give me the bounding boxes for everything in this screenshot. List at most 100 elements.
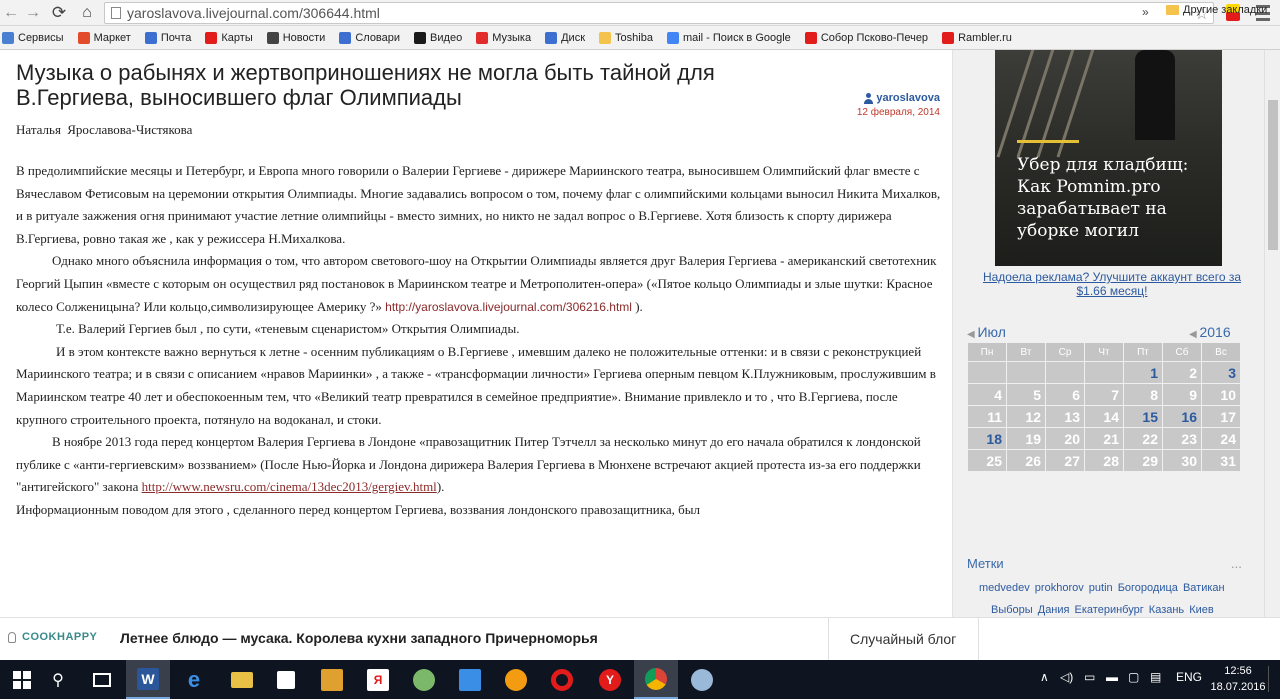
yandex-browser-app-icon[interactable]: Y (588, 660, 632, 699)
calendar-day[interactable]: 15 (1123, 405, 1163, 428)
calendar-week: 25 26 27 28 29 30 31 (967, 449, 1241, 472)
author-box: yaroslavova 12 февраля, 2014 (850, 92, 940, 118)
clock-date: 18.07.2016 (1210, 681, 1266, 693)
store-app-icon[interactable] (264, 660, 308, 699)
calendar-day: 26 (1006, 449, 1046, 472)
calendar-day[interactable]: 1 (1123, 361, 1163, 384)
ad-banner[interactable]: Убер для кладбищ: Как Pomnim.pro зарабат… (995, 50, 1222, 266)
bookmark-item[interactable]: Rambler.ru (942, 31, 1012, 44)
address-bar[interactable]: yaroslavova.livejournal.com/306644.html … (104, 2, 1214, 24)
bookmark-item[interactable]: Собор Псково-Печер (804, 31, 928, 44)
bookmark-item[interactable]: Сервисы (2, 31, 64, 44)
banner-site[interactable]: COOKHAPPY (8, 631, 97, 643)
weekday-header: Вт (1006, 342, 1046, 362)
forward-button[interactable]: → (22, 2, 44, 24)
word-icon: W (137, 667, 159, 690)
calendar-day: 10 (1201, 383, 1241, 406)
scroll-thumb[interactable] (1268, 100, 1278, 250)
app-icon[interactable] (494, 660, 538, 699)
ad-upgrade-link[interactable]: Надоела реклама? Улучшите аккаунт всего … (967, 270, 1257, 298)
calendar-day[interactable]: 3 (1201, 361, 1241, 384)
video-icon (414, 31, 427, 44)
paragraph-text: ). (436, 479, 445, 495)
calendar-day: 7 (1084, 383, 1124, 406)
explorer-app-icon[interactable] (220, 660, 264, 699)
back-button[interactable]: ← (0, 2, 22, 24)
random-blog-button[interactable]: Случайный блог (850, 631, 956, 647)
paragraph: Однако много объяснила информация о том,… (16, 250, 941, 318)
bookmark-item[interactable]: Диск (545, 31, 585, 44)
app-icon[interactable] (680, 660, 724, 699)
bookmark-item[interactable]: Музыка (476, 31, 531, 44)
link-newsru[interactable]: http://www.newsru.com/cinema/13dec2013/g… (142, 479, 437, 494)
calendar-day: 8 (1123, 383, 1163, 406)
show-desktop-button[interactable] (1268, 666, 1278, 692)
weekday-header: Пн (967, 342, 1007, 362)
google-icon (666, 31, 679, 44)
word-app-icon[interactable]: W (126, 660, 170, 699)
bookmarks-more-button[interactable]: » (1142, 5, 1149, 19)
calendar-month[interactable]: ◀ Июл (967, 324, 1006, 340)
opera-app-icon[interactable] (540, 660, 584, 699)
yandex-app-icon[interactable]: Я (356, 660, 400, 699)
other-bookmarks-button[interactable]: Другие закладки (1166, 4, 1267, 16)
volume-icon[interactable]: ◁) (1060, 670, 1073, 684)
reload-button[interactable]: ⟳ (48, 2, 70, 24)
search-icon[interactable]: ⚲ (36, 660, 80, 699)
calendar-day[interactable]: 16 (1162, 405, 1202, 428)
network-icon[interactable]: ▭ (1084, 670, 1095, 684)
display-icon[interactable]: ▢ (1128, 670, 1139, 684)
language-indicator[interactable]: ENG (1176, 670, 1202, 684)
link-306216[interactable]: http://yaroslavova.livejournal.com/30621… (385, 300, 632, 314)
calendar-empty-cell (1045, 361, 1085, 384)
task-view-icon[interactable] (80, 660, 124, 699)
tags-list[interactable]: medvedev prokhorov putin Богородица Вати… (979, 582, 1225, 594)
app-round-icon (691, 668, 713, 691)
calendar-day[interactable]: 18 (967, 427, 1007, 450)
chrome-icon (645, 667, 667, 690)
bookmark-item[interactable]: mail - Поиск в Google (666, 31, 791, 44)
bookmark-item[interactable]: Новости (266, 31, 326, 44)
calendar-day: 19 (1006, 427, 1046, 450)
clock[interactable]: 12:56 18.07.2016 (1210, 663, 1266, 695)
bookmark-label: Toshiba (615, 31, 653, 44)
mail-app-icon[interactable] (448, 660, 492, 699)
bookmark-label: Rambler.ru (958, 31, 1012, 44)
post-date: 12 февраля, 2014 (856, 107, 940, 118)
bookmark-label: Новости (282, 31, 326, 44)
ad-text: Убер для кладбищ: Как Pomnim.pro зарабат… (1017, 155, 1189, 241)
bookmark-item[interactable]: Почта (144, 31, 191, 44)
calendar-day: 22 (1123, 427, 1163, 450)
bookmark-item[interactable]: Toshiba (599, 31, 653, 44)
bookmark-item[interactable]: Словари (339, 31, 400, 44)
prev-year-icon[interactable]: ◀ (1189, 329, 1199, 340)
app-icon[interactable] (402, 660, 446, 699)
calendar-year[interactable]: ◀ 2016 (1189, 324, 1231, 340)
paragraph: Информационным поводом для этого , сдела… (16, 501, 700, 517)
bookmark-item[interactable]: Видео (414, 31, 462, 44)
message-icon[interactable]: ▤ (1150, 670, 1161, 684)
chrome-app-icon[interactable] (634, 660, 678, 699)
weekday-header: Чт (1084, 342, 1124, 362)
author-link[interactable]: yaroslavova (850, 92, 940, 104)
home-button[interactable]: ⌂ (76, 2, 98, 24)
banner-headline[interactable]: Летнее блюдо — мусака. Королева кухни за… (120, 630, 598, 646)
tray-chevron-icon[interactable]: ∧ (1040, 670, 1049, 684)
yandex-icon (942, 31, 955, 44)
article-body: В предолимпийские месяцы и Петербург, и … (16, 160, 941, 522)
tags-list[interactable]: Выборы Дания Екатеринбург Казань Киев (991, 604, 1214, 616)
calendar-empty-cell (1006, 361, 1046, 384)
paragraph: В ноябре 2013 года перед концертом Валер… (16, 431, 941, 499)
page-scrollbar[interactable] (1264, 50, 1280, 617)
ad-image-figure (1135, 50, 1175, 140)
calendar-day: 31 (1201, 449, 1241, 472)
battery-icon[interactable]: ▬ (1106, 670, 1118, 684)
bookmark-item[interactable]: Карты (205, 31, 253, 44)
folder-icon (231, 671, 253, 688)
tags-more-button[interactable]: ... (1231, 556, 1242, 571)
edge-app-icon[interactable]: e (172, 660, 216, 699)
bookmark-item[interactable]: Маркет (77, 31, 131, 44)
calendar-day: 25 (967, 449, 1007, 472)
prev-month-icon[interactable]: ◀ (967, 329, 977, 340)
media-app-icon[interactable] (310, 660, 354, 699)
